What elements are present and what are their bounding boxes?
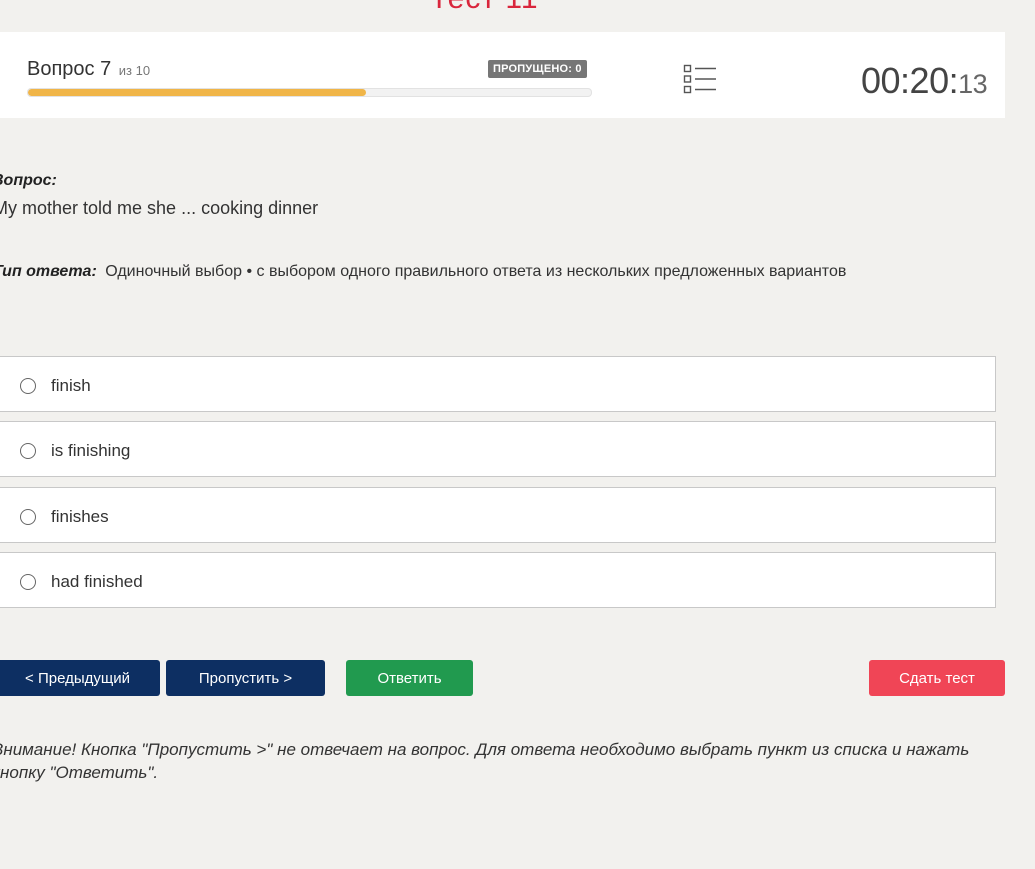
- answer-option[interactable]: finishes: [0, 487, 996, 543]
- radio-button[interactable]: [20, 443, 36, 459]
- answer-option-label: had finished: [51, 572, 143, 591]
- answer-option[interactable]: finish: [0, 356, 996, 412]
- answer-option[interactable]: had finished: [0, 552, 996, 608]
- page-title: Тест 11: [430, 0, 539, 16]
- test-page: Тест 11 Вопрос 7 из 10 ПРОПУЩЕНО: 0 00:2…: [0, 0, 1035, 869]
- question-total: из 10: [118, 63, 151, 78]
- radio-button[interactable]: [20, 378, 36, 394]
- answer-type: Тип ответа: Одиночный выбор • с выбором …: [0, 263, 846, 281]
- question-label: Вопрос:: [0, 172, 57, 189]
- skip-button[interactable]: Пропустить >: [166, 660, 325, 696]
- previous-button[interactable]: < Предыдущий: [0, 660, 160, 696]
- test-header: Вопрос 7 из 10 ПРОПУЩЕНО: 0 00:20:13: [0, 32, 1005, 118]
- answer-option-label: finishes: [51, 507, 109, 526]
- question-list-icon[interactable]: [682, 63, 718, 95]
- answer-option[interactable]: is finishing: [0, 421, 996, 477]
- notice-text: Внимание! Кнопка "Пропустить >" не отвеч…: [0, 740, 970, 782]
- radio-button[interactable]: [20, 574, 36, 590]
- progress-bar: [27, 88, 592, 97]
- answer-button[interactable]: Ответить: [346, 660, 473, 696]
- answer-type-label: Тип ответа:: [0, 263, 97, 280]
- question-text: My mother told me she ... cooking dinner: [0, 198, 319, 218]
- question-counter: Вопрос 7 из 10: [27, 58, 150, 81]
- progress-fill: [28, 89, 366, 96]
- skipped-badge: ПРОПУЩЕНО: 0: [488, 60, 587, 78]
- answer-type-text: Одиночный выбор • с выбором одного прави…: [105, 263, 847, 280]
- answer-option-label: is finishing: [51, 441, 131, 460]
- timer: 00:20:13: [861, 60, 988, 102]
- radio-button[interactable]: [20, 509, 36, 525]
- submit-test-button[interactable]: Сдать тест: [869, 660, 1005, 696]
- answer-option-label: finish: [51, 376, 91, 395]
- question-number: Вопрос 7: [27, 58, 112, 80]
- timer-seconds: 13: [958, 69, 988, 99]
- timer-main: 00:20:: [861, 60, 959, 101]
